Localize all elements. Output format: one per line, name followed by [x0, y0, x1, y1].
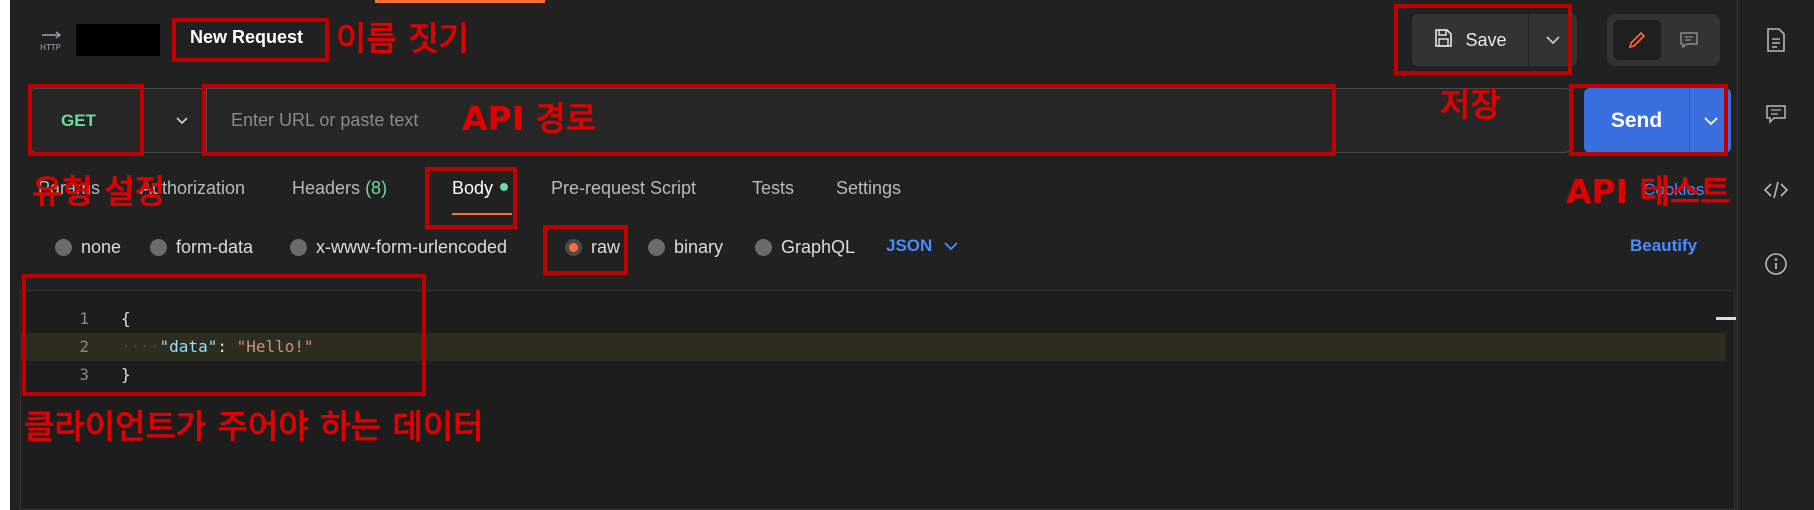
radio-button[interactable]: [648, 239, 665, 256]
document-icon[interactable]: [1762, 26, 1790, 54]
annotation-box-send: [1569, 84, 1728, 156]
radio-button[interactable]: [55, 239, 72, 256]
right-sidebar: [1737, 0, 1814, 510]
tab-headers[interactable]: Headers (8): [292, 178, 387, 199]
annotation-box-save: [1394, 4, 1572, 75]
comment-icon[interactable]: [1665, 20, 1713, 60]
http-icon: HTTP: [38, 30, 66, 52]
body-type-label: x-www-form-urlencoded: [316, 237, 508, 257]
annotation-box-method: [28, 84, 144, 156]
comments-icon[interactable]: [1762, 100, 1790, 128]
tab-pre-request-script[interactable]: Pre-request Script: [551, 178, 696, 199]
body-type-graphql[interactable]: GraphQL: [755, 237, 855, 258]
body-type-label: form-data: [176, 237, 254, 257]
body-type-binary[interactable]: binary: [648, 237, 723, 258]
view-mode-toggle: [1607, 14, 1720, 66]
body-type-label: binary: [674, 237, 724, 257]
annotation-data: 클라이언트가 주어야 하는 데이터: [24, 407, 484, 446]
headers-count-badge: (8): [365, 178, 388, 198]
edit-pencil-icon[interactable]: [1613, 20, 1661, 60]
redacted-collection-name: [76, 24, 160, 56]
tab-tests[interactable]: Tests: [752, 178, 794, 199]
annotation-test: API 테스트: [1566, 172, 1731, 211]
radio-button[interactable]: [290, 239, 307, 256]
annotation-box-url: [202, 84, 1336, 156]
beautify-button[interactable]: Beautify: [1630, 236, 1697, 256]
body-type-label: GraphQL: [781, 237, 856, 257]
minimap-scroll-indicator[interactable]: [1716, 317, 1736, 320]
annotation-box-title: [172, 18, 329, 62]
format-select[interactable]: JSON: [886, 236, 958, 256]
body-type-none[interactable]: none: [55, 237, 121, 258]
annotation-type: 유형 설정: [32, 172, 165, 211]
annotation-name: 이름 짓기: [336, 19, 469, 58]
annotation-save: 저장: [1440, 85, 1501, 124]
tab-headers-label: Headers: [292, 178, 361, 198]
radio-button[interactable]: [150, 239, 167, 256]
body-type-label: none: [81, 237, 122, 257]
code-snippet-icon[interactable]: [1762, 176, 1790, 204]
annotation-box-raw: [543, 225, 628, 275]
svg-text:HTTP: HTTP: [40, 43, 61, 52]
body-type-urlencoded[interactable]: x-www-form-urlencoded: [290, 237, 507, 258]
body-type-form-data[interactable]: form-data: [150, 237, 253, 258]
info-icon[interactable]: [1762, 250, 1790, 278]
format-label: JSON: [886, 236, 933, 255]
annotation-box-body: [22, 274, 426, 396]
method-chevron-down-icon[interactable]: [171, 109, 193, 131]
annotation-box-body-tab: [425, 167, 517, 229]
chevron-down-icon: [944, 242, 958, 251]
tab-settings[interactable]: Settings: [836, 178, 901, 199]
radio-button[interactable]: [755, 239, 772, 256]
annotation-api-path: API 경로: [462, 99, 597, 138]
